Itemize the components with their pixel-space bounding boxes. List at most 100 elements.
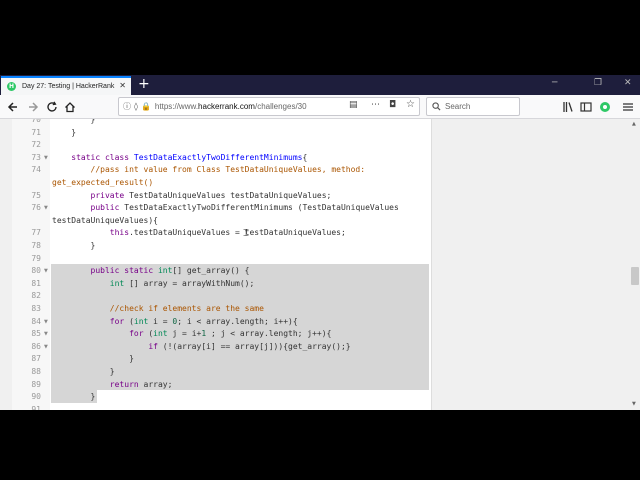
library-icon[interactable] [560,99,576,115]
code-token: { [302,152,308,162]
line-number: 85 [31,329,41,339]
extension-icon-glyph [600,102,610,112]
line-number: 77 [31,228,41,238]
search-placeholder: Search [445,102,471,111]
back-arrow-icon [7,102,17,112]
text-cursor-icon: ⌶ [243,228,249,239]
code-editor[interactable]: 70 71 72 73 ▼ 74 75 76 ▼ 77 78 79 80 ▼ 81 82 83 84 ▼ 85 ▼ 86 ▼… [12,119,432,410]
code-token: } [52,119,96,124]
line-number: 71 [31,127,41,137]
code-token: i = [153,316,173,326]
code-line: } [52,119,96,124]
fold-arrow-icon[interactable]: ▼ [44,319,48,325]
code-token: } [52,367,115,376]
code-line: //pass int value from Class TestDataUniq… [52,165,366,175]
code-token: static class [52,152,134,162]
line-number: 73 [31,152,41,162]
back-button[interactable] [4,99,20,115]
tab-hackerrank[interactable]: H Day 27: Testing | HackerRank ✕ [1,76,131,95]
code-token: //pass int value from Class TestDataUniq… [52,165,366,175]
fold-arrow-icon[interactable]: ▼ [44,268,48,274]
library-icon-glyph [563,102,573,112]
reload-button[interactable] [44,99,60,115]
more-actions-icon[interactable]: ⋯ [371,100,380,110]
lock-icon[interactable]: 🔒 [141,102,151,111]
code-token: return [52,379,144,389]
bookmark-star-icon[interactable]: ☆ [406,99,415,110]
code-token: } [52,392,96,402]
code-token: //check if elements are the same [52,304,264,313]
fold-arrow-icon[interactable]: ▼ [44,205,48,211]
page-scrollbar[interactable]: ▲ ▼ [629,119,640,410]
code-line: static class TestDataExactlyTwoDifferent… [52,153,307,162]
home-button[interactable] [62,99,78,115]
tab-strip: H Day 27: Testing | HackerRank ✕ + ─ ❐ ✕ [0,75,640,95]
code-line: return array; [52,379,173,389]
code-line: } [52,354,134,363]
scroll-thumb[interactable] [631,267,639,285]
code-token: array; [143,379,173,389]
navigation-toolbar: ⓘ ◊ 🔒 https://www.hackerrank.com/challen… [0,95,640,119]
url-text[interactable]: https://www.hackerrank.com/challenges/30 [155,102,307,111]
scroll-down-icon[interactable]: ▼ [632,401,636,407]
sidebar-icon-glyph [580,102,592,112]
page-content: 70 71 72 73 ▼ 74 75 76 ▼ 77 78 79 80 ▼ 81 82 83 84 ▼ 85 ▼ 86 ▼… [0,119,640,410]
new-tab-button[interactable]: + [138,76,150,92]
fold-arrow-icon[interactable]: ▼ [44,331,48,337]
video-letterbox-bottom [0,410,640,480]
line-number: 89 [31,379,41,389]
close-window-icon[interactable]: ✕ [624,78,632,88]
fold-arrow-icon[interactable]: ▼ [44,344,48,350]
code-line: if (!(array[i] == array[j])){get_array()… [52,341,350,351]
forward-button[interactable] [26,99,42,115]
code-token: int [133,316,154,326]
code-token: int [153,329,173,339]
hamburger-menu-glyph [623,103,633,111]
shield-icon[interactable]: ◊ [134,102,138,111]
code-token: for [52,316,130,326]
line-number: 88 [31,367,41,376]
home-icon [65,102,75,113]
line-number: 81 [31,278,41,288]
code-line: int [] array = arrayWithNum(); [52,279,255,288]
sidebar-icon[interactable] [578,99,594,115]
pocket-icon[interactable]: ◘ [389,100,396,110]
restore-icon[interactable]: ❐ [594,78,602,88]
line-number-gutter: 70 71 72 73 ▼ 74 75 76 ▼ 77 78 79 80 ▼ 81 82 83 84 ▼ 85 ▼ 86 ▼… [12,119,50,410]
line-number: 80 [31,266,41,276]
search-icon [432,102,441,111]
minimize-icon[interactable]: ─ [552,78,557,88]
code-token: [] get_array() { [172,266,250,276]
url-path: /challenges/30 [254,102,307,111]
scroll-up-icon[interactable]: ▲ [632,121,636,127]
reader-view-icon[interactable]: ▤ [349,100,358,110]
code-token: public [52,203,125,213]
video-letterbox-top [0,0,640,75]
code-token: get_expected_result() [52,178,154,187]
fold-arrow-icon[interactable]: ▼ [44,155,48,161]
close-tab-icon[interactable]: ✕ [119,81,126,90]
code-line: for (int i = 0; i < array.length; i++){ [52,317,298,326]
code-line: get_expected_result() [52,178,153,187]
info-icon[interactable]: ⓘ [123,101,131,112]
line-number: 75 [31,190,41,200]
code-line: private TestDataUniqueValues testDataUni… [52,191,332,200]
code-token: public static [52,266,158,276]
code-token: int [157,266,173,276]
line-number: 79 [31,253,41,263]
code-line: //check if elements are the same [52,304,264,313]
url-bar[interactable]: ⓘ ◊ 🔒 https://www.hackerrank.com/challen… [118,97,420,116]
code-token: } [52,354,134,364]
code-line: public TestDataExactlyTwoDifferentMinimu… [52,203,399,212]
search-input[interactable]: Search [426,97,520,116]
line-number: 74 [31,165,41,175]
reload-icon [47,101,57,112]
code-token: this [52,228,130,238]
extension-icon[interactable] [597,99,613,115]
hamburger-menu-icon[interactable] [620,99,636,115]
line-number: 86 [31,341,41,351]
code-token: if [52,341,163,351]
code-line: public static int[] get_array() { [52,266,250,276]
code-token: } [52,241,96,250]
line-number: 82 [31,291,41,301]
